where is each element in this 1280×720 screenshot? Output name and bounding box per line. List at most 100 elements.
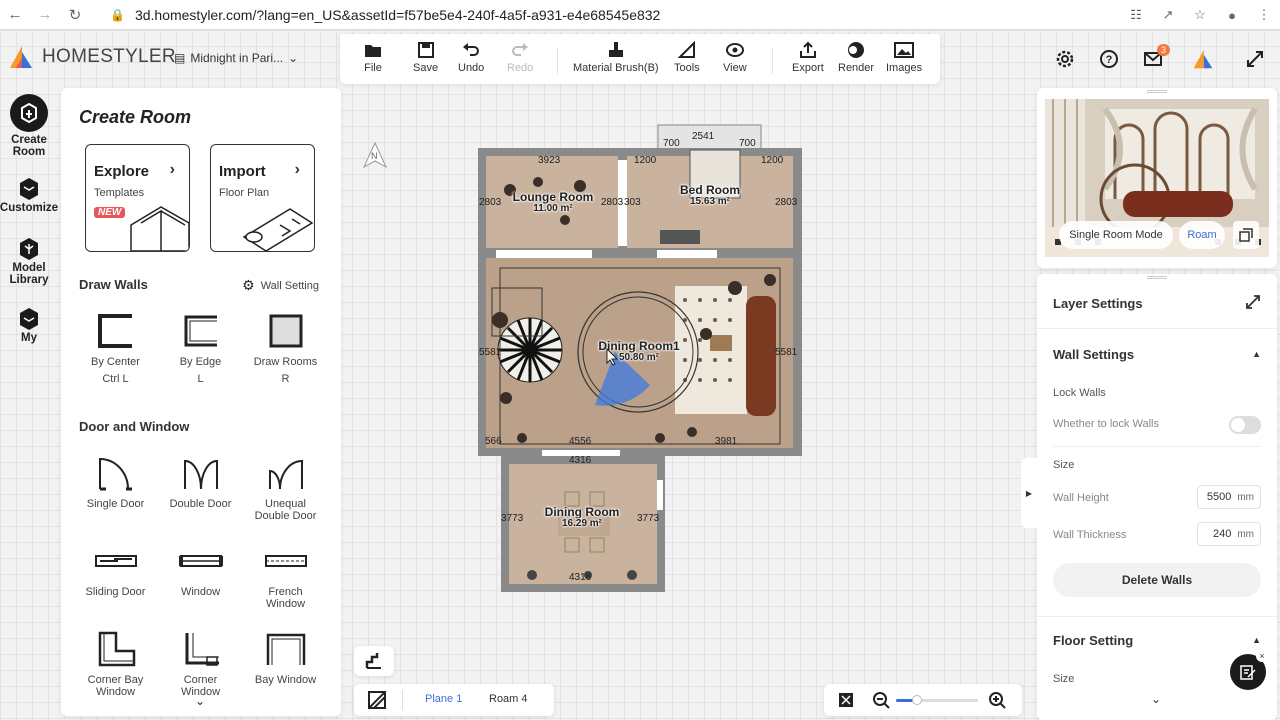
wall-thickness-input[interactable]: 240 mm xyxy=(1197,522,1261,546)
by-edge-shortcut: L xyxy=(197,373,204,385)
unequal-double-door-tool[interactable]: Unequal Double Door xyxy=(243,452,328,522)
rail-my-label: My xyxy=(21,332,37,344)
delete-walls-button[interactable]: Delete Walls xyxy=(1053,563,1261,597)
chevron-right-icon: › xyxy=(294,161,300,178)
scroll-down-icon[interactable]: ⌄ xyxy=(1151,692,1161,706)
undo-button[interactable]: Undo xyxy=(458,38,484,74)
zoom-slider[interactable] xyxy=(896,695,978,705)
explore-templates-card[interactable]: Explore › Templates NEW xyxy=(85,144,190,252)
homestyler-logo-icon xyxy=(10,46,32,68)
back-icon[interactable]: ← xyxy=(0,0,30,30)
reload-icon[interactable]: ↻ xyxy=(60,0,90,30)
room-label-dining-room[interactable]: Dining Room 16.29 m² xyxy=(537,506,627,530)
room-name: Dining Room1 xyxy=(598,339,680,353)
close-icon[interactable]: × xyxy=(1256,650,1268,662)
floor-setting-heading[interactable]: Floor Setting xyxy=(1053,633,1133,648)
bay-window-tool[interactable]: Bay Window xyxy=(243,628,328,686)
scroll-more-icon[interactable]: ⌄ xyxy=(195,694,205,708)
window-label: Window xyxy=(180,586,221,598)
corner-bay-window-tool[interactable]: Corner Bay Window xyxy=(73,628,158,698)
share-icon[interactable]: ↗ xyxy=(1152,7,1184,23)
translate-icon[interactable]: ☷ xyxy=(1120,7,1152,23)
room-label-bedroom[interactable]: Bed Room 15.63 m² xyxy=(665,184,755,208)
room-label-dining-room1[interactable]: Dining Room1 50.80 m² xyxy=(589,340,689,364)
fullscreen-icon[interactable] xyxy=(1240,44,1270,74)
expand-preview-icon[interactable] xyxy=(1233,221,1259,249)
rail-my[interactable]: My xyxy=(0,306,58,344)
project-selector[interactable]: ▤ Midnight in Pari... ⌄ xyxy=(174,51,298,65)
rail-model-library[interactable]: Model Library xyxy=(0,236,58,286)
zoom-slider-thumb[interactable] xyxy=(912,695,922,705)
rail-create-room[interactable]: Create Room xyxy=(0,94,58,158)
fit-view-icon[interactable] xyxy=(838,692,854,711)
single-door-tool[interactable]: Single Door xyxy=(73,452,158,510)
lock-walls-toggle[interactable] xyxy=(1229,416,1261,434)
corner-bay-window-label: Corner Bay Window xyxy=(87,674,144,698)
rail-customize[interactable]: Customize xyxy=(0,176,58,214)
view-button[interactable]: View xyxy=(723,38,747,74)
by-center-label: By Center xyxy=(91,356,140,368)
bookmark-star-icon[interactable]: ☆ xyxy=(1184,7,1216,23)
room-label-lounge[interactable]: Lounge Room 11.00 m² xyxy=(508,191,598,215)
sliding-door-tool[interactable]: Sliding Door xyxy=(73,540,158,598)
expand-arrows-icon[interactable] xyxy=(1245,294,1261,313)
compass-north-label: N xyxy=(371,151,378,161)
layer-toggle-icon[interactable] xyxy=(368,691,386,712)
help-icon[interactable]: ? xyxy=(1094,44,1124,74)
compass[interactable]: N xyxy=(362,141,388,169)
by-center-tool[interactable]: By Center Ctrl L xyxy=(73,310,158,385)
brand-logo-icon[interactable] xyxy=(1188,44,1218,74)
save-icon xyxy=(417,42,434,58)
dim-label: 3981 xyxy=(715,436,738,447)
wall-settings-heading[interactable]: Wall Settings xyxy=(1053,347,1134,362)
gear-icon: ⚙ xyxy=(242,277,255,293)
double-door-tool[interactable]: Double Door xyxy=(158,452,243,510)
by-edge-tool[interactable]: By Edge L xyxy=(158,310,243,385)
address-bar[interactable]: 🔒 3d.homestyler.com/?lang=en_US&assetId=… xyxy=(110,4,660,26)
settings-gear-icon[interactable] xyxy=(1050,44,1080,74)
notification-badge: 3 xyxy=(1157,44,1171,56)
floor-plan[interactable]: 2541 700 700 3923 1200 1200 2803 2803 30… xyxy=(470,120,810,600)
tools-button[interactable]: Tools xyxy=(674,38,700,74)
collapse-up-icon[interactable]: ▲ xyxy=(1252,635,1261,645)
wall-setting-button[interactable]: ⚙ Wall Setting xyxy=(242,277,319,294)
export-button[interactable]: Export xyxy=(792,38,824,74)
roam-selector[interactable]: Roam 4 xyxy=(489,693,528,705)
forward-icon[interactable]: → xyxy=(30,0,60,30)
plane-selector[interactable]: Plane 1 xyxy=(425,693,462,705)
feedback-button[interactable]: × xyxy=(1230,650,1268,690)
save-button[interactable]: Save xyxy=(413,38,438,74)
dim-label: 566 xyxy=(485,436,502,447)
wall-height-input[interactable]: 5500 mm xyxy=(1197,485,1261,509)
draw-rooms-tool[interactable]: Draw Rooms R xyxy=(243,310,328,385)
roam-button[interactable]: Roam xyxy=(1179,221,1225,249)
window-icon xyxy=(178,555,223,567)
dim-label: 700 xyxy=(739,138,756,149)
collapse-panel-handle[interactable]: ▶ xyxy=(1021,458,1037,528)
import-floor-plan-card[interactable]: Import › Floor Plan xyxy=(210,144,315,252)
window-tool[interactable]: Window xyxy=(158,540,243,598)
profile-icon[interactable]: ● xyxy=(1216,8,1248,23)
single-room-mode-button[interactable]: Single Room Mode xyxy=(1059,221,1173,249)
zoom-in-icon[interactable] xyxy=(988,691,1006,712)
rail-create-room-label: Create Room xyxy=(11,134,47,158)
drag-handle-icon[interactable] xyxy=(1147,90,1167,93)
render-button[interactable]: Render xyxy=(838,38,874,74)
homestyler-logo[interactable]: HOMESTYLER xyxy=(8,44,176,70)
material-brush-button[interactable]: Material Brush(B) xyxy=(573,38,659,74)
rail-customize-label: Customize xyxy=(0,202,59,214)
browser-menu-icon[interactable]: ⋮ xyxy=(1248,7,1280,23)
file-button[interactable]: File xyxy=(364,38,382,74)
redo-button[interactable]: Redo xyxy=(507,38,533,74)
mail-icon[interactable]: 3 xyxy=(1138,44,1171,74)
auto-dimension-button[interactable] xyxy=(354,646,394,676)
zoom-out-icon[interactable] xyxy=(872,691,890,712)
drag-handle-icon[interactable] xyxy=(1147,276,1167,279)
room-template-icon xyxy=(130,206,189,251)
corner-window-tool[interactable]: Corner Window xyxy=(158,628,243,698)
dim-label: 303 xyxy=(624,197,641,208)
images-button[interactable]: Images xyxy=(886,38,922,74)
french-window-tool[interactable]: French Window xyxy=(243,540,328,610)
collapse-up-icon[interactable]: ▲ xyxy=(1252,349,1261,359)
material-brush-label: Material Brush(B) xyxy=(573,62,659,74)
